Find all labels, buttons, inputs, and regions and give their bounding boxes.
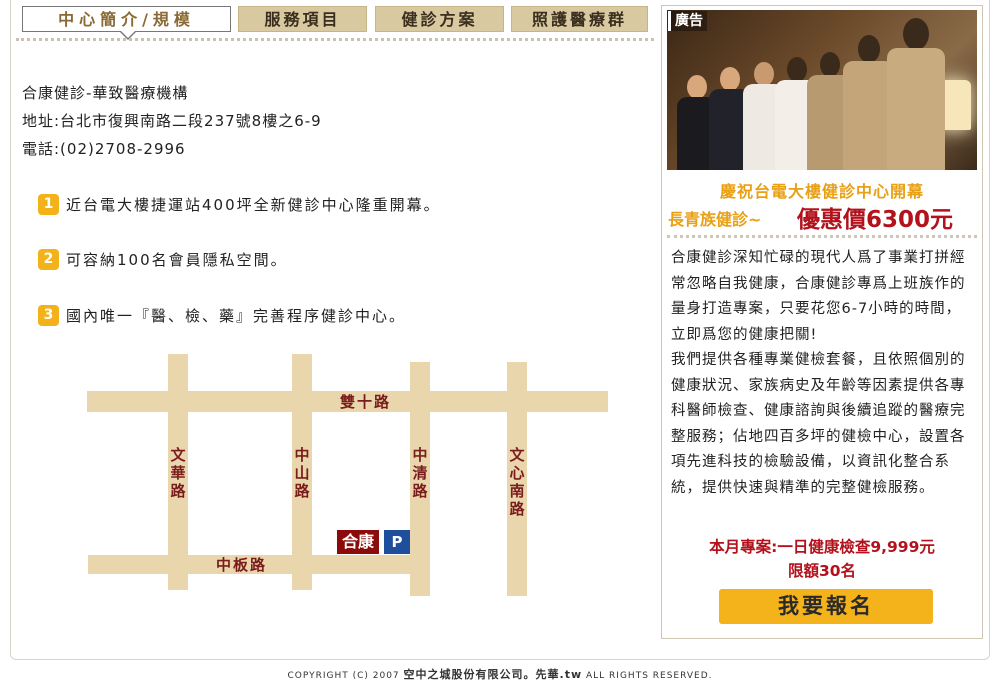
plan-offer: 本月專案:一日健康檢查9,999元 (709, 538, 935, 556)
feature-text: 可容納100名會員隱私空間。 (66, 250, 288, 269)
staff-photo[interactable] (667, 10, 977, 170)
tab-divider (16, 38, 654, 41)
tab-label: 中心簡介/規模 (58, 10, 195, 29)
tab-services[interactable]: 服務項目 (238, 6, 367, 32)
signup-button[interactable]: 我要報名 (719, 589, 933, 624)
feature-text: 近台電大樓捷運站400坪全新健診中心隆重開幕。 (66, 195, 441, 214)
road-label-shuangshi: 雙十路 (340, 393, 392, 411)
feature-item: 1 近台電大樓捷運站400坪全新健診中心隆重開幕。 (38, 193, 441, 215)
person-figure (887, 18, 945, 170)
number-badge: 3 (38, 304, 59, 326)
tab-center-intro[interactable]: 中心簡介/規模 (22, 6, 231, 40)
feature-item: 2 可容納100名會員隱私空間。 (38, 248, 288, 270)
plan-limit: 限額30名 (787, 562, 857, 580)
monthly-plan: 本月專案:一日健康檢查9,999元 限額30名 (667, 535, 977, 583)
road-label-wenxin: 文心南路 (509, 446, 525, 518)
ad-tag: 廣告 (668, 11, 707, 31)
panel-divider (667, 235, 977, 238)
clinic-address: 地址:台北市復興南路二段237號8樓之6-9 (22, 112, 322, 130)
clinic-name: 合康健診-華致醫療機構 (22, 84, 189, 102)
feature-text: 國內唯一『醫、檢、藥』完善程序健診中心。 (66, 306, 407, 325)
tab-checkup-plans[interactable]: 健診方案 (375, 6, 504, 32)
footer-copyright: COPYRIGHT (C) 2007 (287, 671, 404, 681)
road-label-zhongqing: 中清路 (412, 446, 428, 500)
number-badge: 2 (38, 248, 59, 270)
service-description: 合康健診深知忙碌的現代人爲了事業打拼經常忽略自我健康，合康健診專爲上班族作的量身… (671, 246, 973, 501)
promo-headline: 慶祝台電大樓健診中心開幕 (719, 182, 924, 201)
footer-company[interactable]: 空中之城股份有限公司。先華.tw (404, 668, 583, 681)
number-badge: 1 (38, 193, 59, 215)
description-paragraph: 合康健診深知忙碌的現代人爲了事業打拼經常忽略自我健康，合康健診專爲上班族作的量身… (671, 250, 966, 343)
feature-item: 3 國內唯一『醫、檢、藥』完善程序健診中心。 (38, 304, 406, 326)
footer: COPYRIGHT (C) 2007 空中之城股份有限公司。先華.tw ALL … (0, 666, 1000, 682)
promo-subline: 長青族健診~ (668, 210, 762, 229)
clinic-location-marker: 合康 (337, 530, 379, 554)
parking-icon: P (384, 530, 410, 554)
description-paragraph: 我們提供各種專業健檢套餐，且依照個別的健康狀況、家族病史及年齡等因素提供各專科醫… (671, 352, 966, 496)
tab-label: 照護醫療群 (531, 10, 627, 29)
tab-label: 服務項目 (264, 10, 341, 29)
promo-price: 優惠價6300元 (797, 207, 954, 233)
road-label-zhongban: 中板路 (216, 556, 268, 574)
tab-care-team[interactable]: 照護醫療群 (511, 6, 648, 32)
tab-label: 健診方案 (401, 10, 478, 29)
road-label-wenhua: 文華路 (170, 446, 186, 500)
road-label-zhongshan: 中山路 (294, 446, 310, 500)
footer-rights: ALL RIGHTS RESERVED. (582, 671, 713, 681)
clinic-phone: 電話:(02)2708-2996 (22, 140, 186, 158)
